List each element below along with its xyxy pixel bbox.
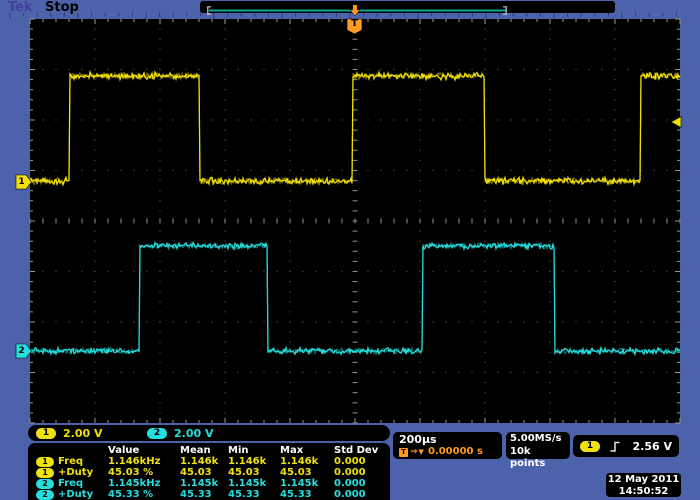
- meas-cell: 0.000: [334, 467, 382, 478]
- record-view-bar[interactable]: [200, 1, 615, 13]
- measurement-row: 1Freq1.146kHz1.146k1.146k1.146k0.000: [32, 456, 390, 467]
- meas-col-label: Value: [108, 445, 180, 456]
- meas-cell: 0.000: [334, 478, 382, 489]
- meas-cell: 45.03 %: [108, 467, 180, 478]
- timebase-readout: 200µs T → ▼ 0.00000 s: [393, 432, 502, 459]
- sample-rate: 5.00MS/s: [510, 433, 566, 446]
- waveform-ch1: [30, 72, 680, 185]
- tek-logo: Tek: [8, 0, 33, 15]
- meas-cell: 45.03: [180, 467, 228, 478]
- meas-cell: 45.33 %: [108, 489, 180, 500]
- meas-cell: 0.000: [334, 489, 382, 500]
- rising-edge-icon: [609, 440, 621, 453]
- measurements-table: ValueMeanMinMaxStd Dev1Freq1.146kHz1.146…: [28, 443, 390, 500]
- ch1-badge: 1: [36, 428, 56, 439]
- meas-cell: 1.146k: [280, 456, 334, 467]
- meas-col-label: Mean: [180, 445, 228, 456]
- meas-name: +Duty: [58, 467, 108, 478]
- waveform-ch1: [30, 72, 680, 185]
- meas-cell: 1.145k: [280, 478, 334, 489]
- meas-cell: 1.145kHz: [108, 478, 180, 489]
- meas-cell: 1.145k: [228, 478, 280, 489]
- meas-col-label: Min: [228, 445, 280, 456]
- acquisition-readout: 5.00MS/s 10k points: [506, 432, 570, 459]
- meas-cell: 45.03: [280, 467, 334, 478]
- waveform-ch2: [30, 243, 680, 355]
- measurement-row: 2Freq1.145kHz1.145k1.145k1.145k0.000: [32, 478, 390, 489]
- trigger-position-arrow-icon[interactable]: [350, 5, 360, 16]
- meas-ch-badge: 2: [36, 479, 54, 489]
- trigger-source-badge: 1: [580, 441, 600, 452]
- waveform-ch2: [30, 243, 680, 355]
- meas-name: Freq: [58, 478, 108, 489]
- acquisition-status: Stop: [45, 0, 79, 15]
- trigger-flag[interactable]: T: [347, 18, 362, 29]
- trigger-readout: 1 2.56 V: [573, 435, 679, 457]
- arrow-down-icon: ▼: [419, 446, 424, 458]
- meas-cell: 0.000: [334, 456, 382, 467]
- meas-ch-badge: 1: [36, 468, 54, 478]
- meas-cell: 1.146k: [228, 456, 280, 467]
- measurement-row: 1+Duty45.03 %45.0345.0345.030.000: [32, 467, 390, 478]
- meas-ch-badge: 2: [36, 490, 54, 500]
- meas-col-label: [58, 445, 108, 456]
- timebase-scale: 200µs: [399, 433, 496, 446]
- meas-ch-badge: 1: [36, 457, 54, 467]
- ch2-scale: 2.00 V: [174, 427, 232, 440]
- meas-col-label: Std Dev: [334, 445, 382, 456]
- trigger-t-icon: T: [399, 448, 408, 457]
- meas-cell: 1.146k: [180, 456, 228, 467]
- datetime-readout: 12 May 2011 14:50:52: [606, 473, 681, 497]
- measurements-header: ValueMeanMinMaxStd Dev: [32, 445, 390, 456]
- ch2-badge: 2: [147, 428, 167, 439]
- meas-cell: 45.03: [228, 467, 280, 478]
- meas-cell: 45.33: [228, 489, 280, 500]
- time-label: 14:50:52: [606, 486, 681, 498]
- meas-cell: 1.145k: [180, 478, 228, 489]
- date-label: 12 May 2011: [606, 474, 681, 486]
- meas-name: Freq: [58, 456, 108, 467]
- ch1-marker-label[interactable]: 1: [15, 177, 28, 187]
- ch1-scale: 2.00 V: [63, 427, 121, 440]
- meas-name: +Duty: [58, 489, 108, 500]
- meas-cell: 45.33: [180, 489, 228, 500]
- ch2-marker-label[interactable]: 2: [15, 346, 28, 356]
- meas-cell: 1.146kHz: [108, 456, 180, 467]
- channel-scale-bar: 1 2.00 V 2 2.00 V: [28, 425, 390, 441]
- oscilloscope-frame: Tek Stop T 1 2 1 2.00 V 2 2.00 V ValueMe…: [0, 0, 700, 500]
- trigger-level: 2.56 V: [633, 440, 672, 453]
- record-length: 10k points: [510, 446, 566, 471]
- meas-col-label: [32, 445, 58, 456]
- arrow-right-icon: →: [410, 446, 418, 458]
- meas-col-label: Max: [280, 445, 334, 456]
- graticule: [30, 19, 680, 423]
- measurement-row: 2+Duty45.33 %45.3345.3345.330.000: [32, 489, 390, 500]
- trigger-position-value: 0.00000 s: [428, 446, 483, 458]
- meas-cell: 45.33: [280, 489, 334, 500]
- trigger-level-arrow[interactable]: [671, 117, 681, 128]
